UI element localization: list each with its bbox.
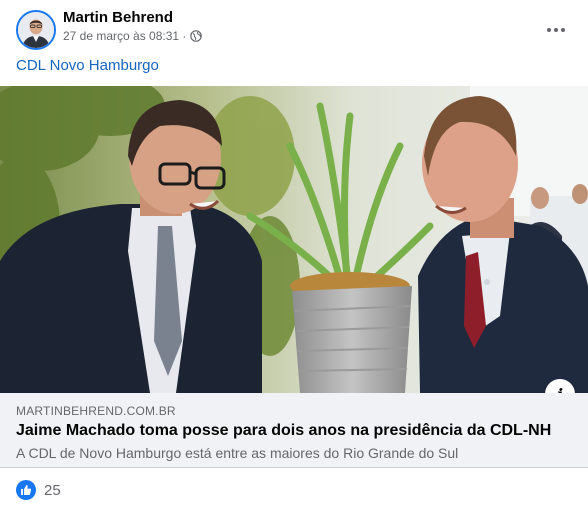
link-preview-image[interactable] (0, 86, 588, 393)
author-name[interactable]: Martin Behrend (63, 9, 173, 26)
more-options-icon (547, 28, 565, 32)
link-description: A CDL de Novo Hamburgo está entre as mai… (16, 445, 459, 461)
avatar[interactable] (16, 10, 56, 50)
globe-icon[interactable] (190, 30, 203, 42)
reaction-count[interactable]: 25 (44, 482, 61, 499)
post-timestamp[interactable]: 27 de março às 08:31 · (63, 29, 186, 43)
link-title[interactable]: Jaime Machado toma posse para dois anos … (16, 422, 551, 440)
post-text[interactable]: CDL Novo Hamburgo (16, 57, 159, 74)
link-preview-box[interactable]: MARTINBEHREND.COM.BR Jaime Machado toma … (0, 393, 588, 468)
link-domain: MARTINBEHREND.COM.BR (16, 404, 176, 418)
post-header: Martin Behrend 27 de março às 08:31 · (0, 0, 588, 58)
reactions-bar[interactable]: 25 (16, 480, 61, 500)
post-meta: 27 de março às 08:31 · (63, 29, 203, 43)
more-options-button[interactable] (538, 12, 574, 48)
like-icon (16, 480, 36, 500)
